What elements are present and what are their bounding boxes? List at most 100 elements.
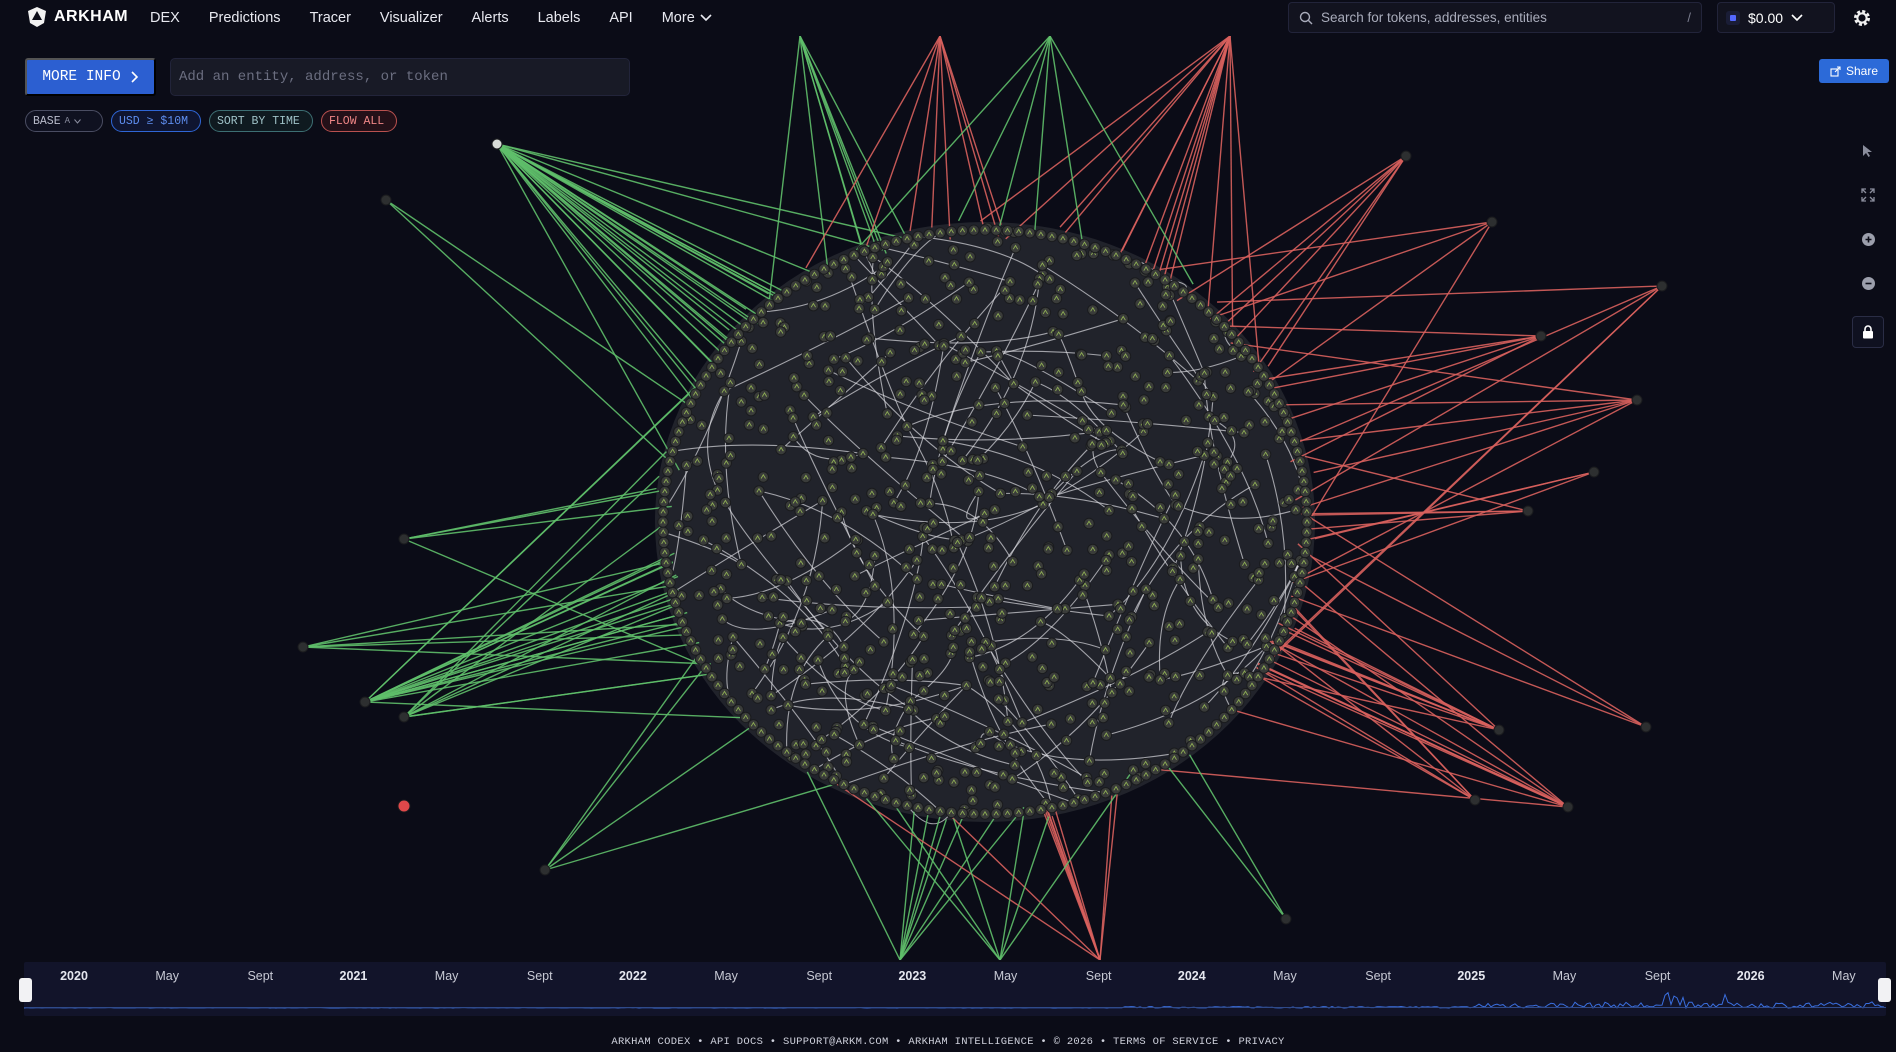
address-node[interactable] xyxy=(951,370,963,382)
timeline-scrubber[interactable]: 2020 May Sept 2021 May Sept 2022 May Sept 2023 May… xyxy=(19,962,1891,1016)
address-node[interactable] xyxy=(1225,498,1237,511)
arkham-logo[interactable]: ARKHAM xyxy=(26,6,128,28)
address-node[interactable] xyxy=(743,419,755,431)
address-node[interactable] xyxy=(944,608,956,620)
address-node[interactable] xyxy=(1291,586,1304,599)
address-node[interactable] xyxy=(794,505,806,518)
address-node[interactable] xyxy=(775,326,787,338)
address-node[interactable] xyxy=(935,578,948,591)
address-node[interactable] xyxy=(918,685,930,697)
address-node[interactable] xyxy=(828,774,840,786)
address-node[interactable] xyxy=(869,303,881,316)
address-node[interactable] xyxy=(1172,500,1185,512)
address-node[interactable] xyxy=(1100,424,1113,437)
address-node[interactable] xyxy=(1213,343,1226,355)
address-node[interactable] xyxy=(807,300,820,312)
address-node[interactable] xyxy=(772,292,784,304)
address-node[interactable] xyxy=(900,561,912,573)
address-node[interactable] xyxy=(682,525,694,538)
address-node[interactable] xyxy=(1064,713,1077,725)
hub-node[interactable] xyxy=(398,533,410,545)
address-node[interactable] xyxy=(1146,332,1159,345)
address-node[interactable] xyxy=(1273,557,1286,569)
address-node[interactable] xyxy=(982,542,995,554)
address-node[interactable] xyxy=(838,666,851,679)
address-node[interactable] xyxy=(790,752,802,764)
address-node[interactable] xyxy=(963,276,975,288)
address-node[interactable] xyxy=(753,358,766,371)
address-node[interactable] xyxy=(899,479,911,491)
address-node[interactable] xyxy=(1218,685,1230,697)
address-node[interactable] xyxy=(1198,367,1211,379)
address-node[interactable] xyxy=(763,299,776,311)
address-node[interactable] xyxy=(927,517,939,529)
address-node[interactable] xyxy=(867,508,879,520)
nav-alerts[interactable]: Alerts xyxy=(472,10,509,26)
address-node[interactable] xyxy=(849,570,861,582)
hub-node[interactable] xyxy=(1522,505,1534,517)
address-node[interactable] xyxy=(799,678,812,690)
address-node[interactable] xyxy=(1194,669,1206,682)
address-node[interactable] xyxy=(1222,597,1235,609)
address-node[interactable] xyxy=(1099,697,1111,709)
address-node[interactable] xyxy=(1099,245,1112,258)
address-node[interactable] xyxy=(965,636,978,648)
address-node[interactable] xyxy=(1154,674,1167,686)
address-node[interactable] xyxy=(955,330,967,342)
address-node[interactable] xyxy=(1208,332,1220,345)
address-node[interactable] xyxy=(904,784,916,796)
address-node[interactable] xyxy=(1052,383,1064,396)
address-node[interactable] xyxy=(917,630,930,642)
nav-labels[interactable]: Labels xyxy=(538,10,581,26)
address-node[interactable] xyxy=(1212,601,1225,613)
address-node[interactable] xyxy=(1087,677,1099,689)
address-node[interactable] xyxy=(1117,399,1130,411)
address-node[interactable] xyxy=(734,660,746,672)
address-node[interactable] xyxy=(765,530,777,542)
address-node[interactable] xyxy=(1021,409,1033,421)
address-node[interactable] xyxy=(838,778,850,791)
address-node[interactable] xyxy=(990,224,1002,236)
address-node[interactable] xyxy=(1127,490,1139,503)
address-node[interactable] xyxy=(1039,306,1052,319)
address-node[interactable] xyxy=(838,253,850,266)
address-node[interactable] xyxy=(787,431,799,443)
hub-node[interactable] xyxy=(398,711,410,723)
address-node[interactable] xyxy=(888,753,900,765)
address-node[interactable] xyxy=(1051,603,1064,615)
address-node[interactable] xyxy=(685,635,697,647)
address-node[interactable] xyxy=(1014,294,1026,306)
address-node[interactable] xyxy=(998,397,1011,409)
hub-node[interactable] xyxy=(1280,913,1292,925)
address-node[interactable] xyxy=(993,675,1006,688)
address-node[interactable] xyxy=(673,519,685,532)
address-node[interactable] xyxy=(664,455,676,467)
address-node[interactable] xyxy=(721,592,733,605)
address-node[interactable] xyxy=(1087,543,1099,556)
address-node[interactable] xyxy=(901,233,913,245)
address-node[interactable] xyxy=(1119,350,1132,362)
address-node[interactable] xyxy=(1290,504,1302,516)
hub-node[interactable] xyxy=(1493,724,1505,736)
address-node[interactable] xyxy=(834,384,847,397)
address-node[interactable] xyxy=(1089,790,1101,803)
address-node[interactable] xyxy=(660,556,672,569)
flow-all-chip[interactable]: FLOW ALL xyxy=(321,110,397,132)
address-node[interactable] xyxy=(890,735,902,747)
address-node[interactable] xyxy=(1301,516,1313,528)
address-node[interactable] xyxy=(1216,482,1228,495)
address-node[interactable] xyxy=(697,534,710,546)
address-node[interactable] xyxy=(895,278,907,290)
address-node[interactable] xyxy=(1129,277,1141,289)
address-node[interactable] xyxy=(1192,525,1204,538)
hub-node[interactable] xyxy=(1562,801,1574,813)
address-node[interactable] xyxy=(1200,388,1213,401)
address-node[interactable] xyxy=(1071,465,1083,477)
address-node[interactable] xyxy=(1259,632,1272,644)
address-node[interactable] xyxy=(1032,703,1044,716)
address-node[interactable] xyxy=(1225,425,1238,437)
address-node[interactable] xyxy=(1149,763,1162,776)
address-node[interactable] xyxy=(999,579,1011,592)
address-node[interactable] xyxy=(1046,230,1058,243)
address-node[interactable] xyxy=(816,495,829,507)
